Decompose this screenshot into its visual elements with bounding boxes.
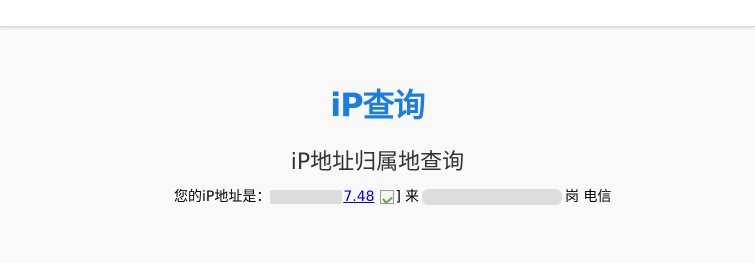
ip-info-line: 您的iP地址是： 7.48 ] 来 岗 电信 (174, 187, 611, 207)
logo-query-text: 查询 (362, 86, 426, 124)
redacted-ip-segment (270, 190, 343, 204)
image-alt-text: ] (395, 189, 401, 205)
logo[interactable]: iP查询 (0, 85, 755, 125)
top-bar (0, 0, 755, 27)
broken-image-icon (379, 190, 394, 204)
main-content: iP查询 iP地址归属地查询 您的iP地址是： 7.48 ] 来 岗 电信 (0, 27, 755, 263)
isp-text: 岗 电信 (564, 189, 612, 205)
redacted-location (421, 189, 562, 205)
logo-ip-text: iP (330, 86, 363, 124)
source-prefix: 来 (404, 189, 419, 205)
ip-address-visible: 7.48 (343, 189, 375, 205)
page-subtitle: iP地址归属地查询 (290, 150, 465, 175)
ip-address-link[interactable]: 7.48 (270, 187, 375, 207)
ip-label: 您的iP地址是： (174, 189, 271, 205)
